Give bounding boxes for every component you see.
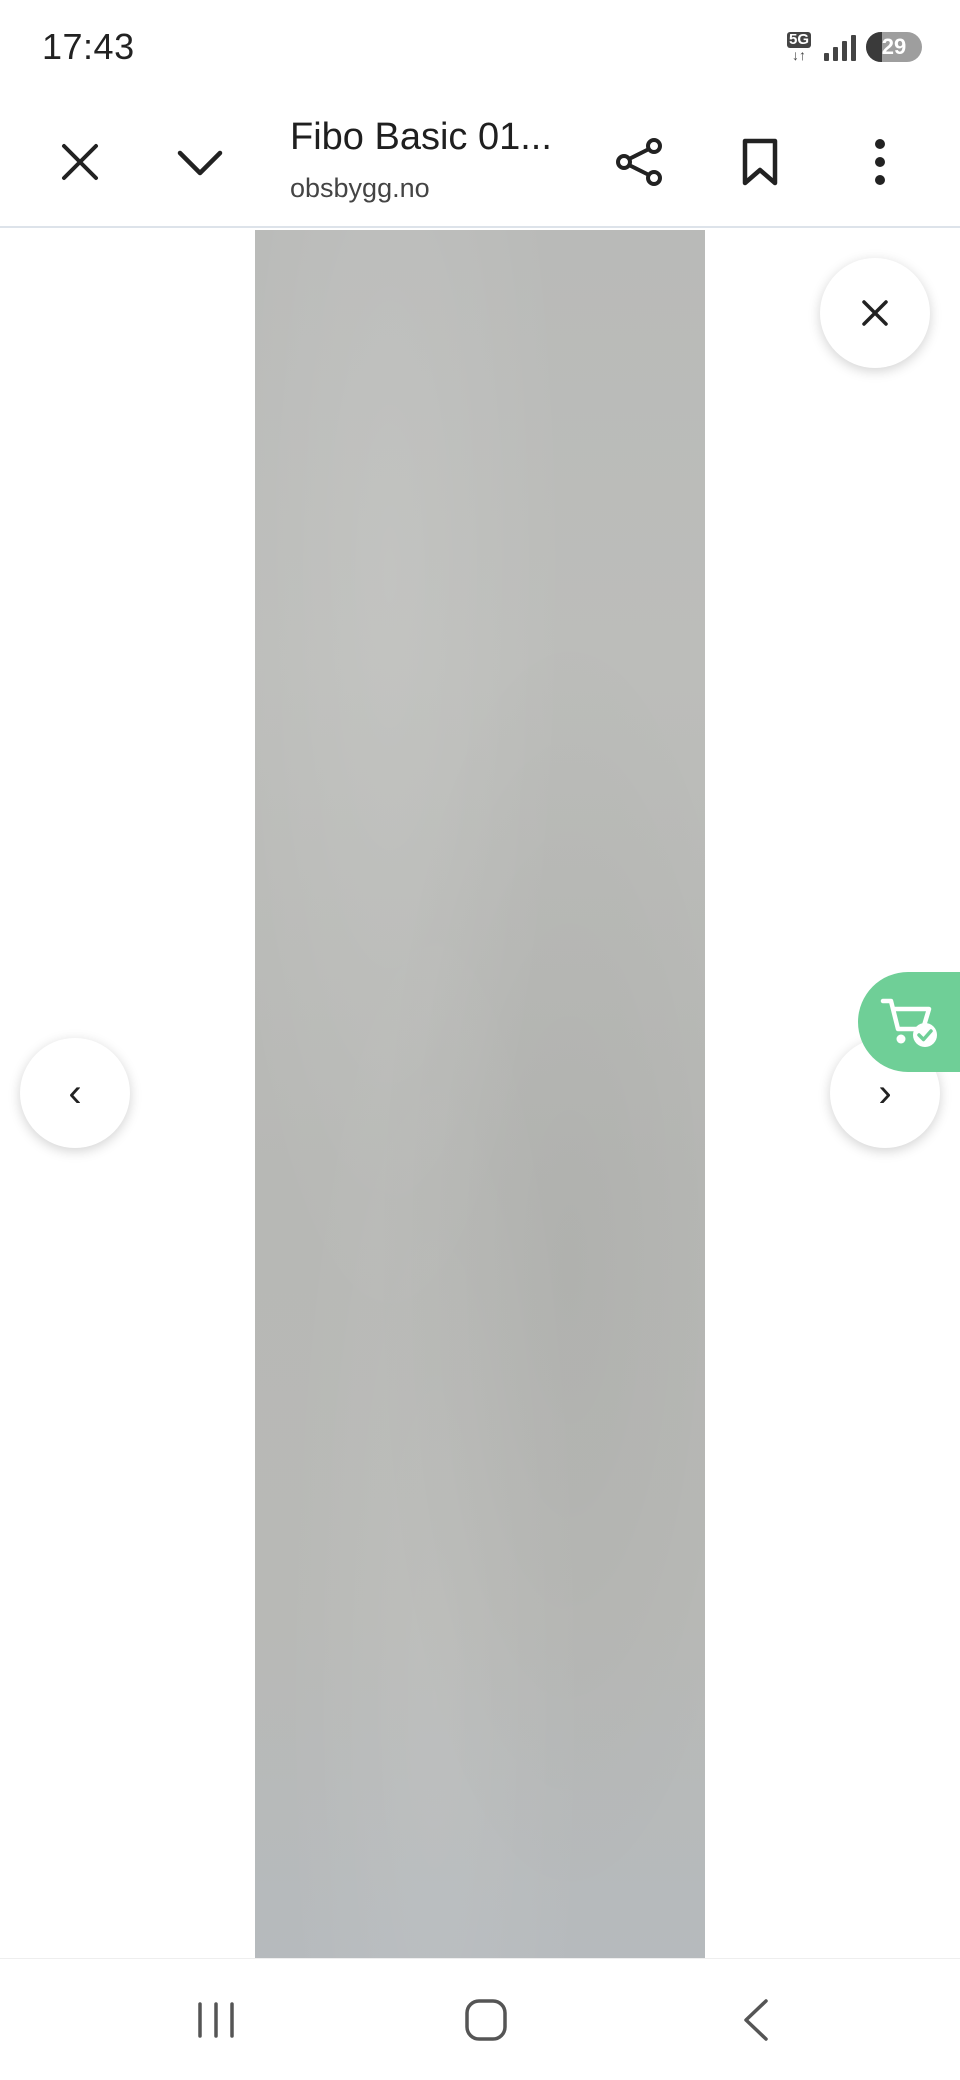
status-icons: 5G ↓↑ 29 xyxy=(784,32,922,62)
back-icon[interactable] xyxy=(716,1985,796,2055)
network-label: 5G xyxy=(786,31,811,48)
more-vert-icon[interactable] xyxy=(844,126,916,198)
chevron-left-icon: ‹ xyxy=(68,1070,82,1115)
network-5g-icon: 5G ↓↑ xyxy=(784,32,814,62)
previous-image-button[interactable]: ‹ xyxy=(20,1038,130,1148)
status-time: 17:43 xyxy=(42,26,135,67)
cart-check-icon xyxy=(880,998,937,1047)
system-nav-bar xyxy=(0,1958,960,2080)
share-icon[interactable] xyxy=(604,126,676,198)
close-icon xyxy=(862,300,888,326)
battery-icon: 29 xyxy=(866,32,922,62)
close-icon[interactable] xyxy=(44,126,116,198)
home-icon[interactable] xyxy=(446,1985,526,2055)
page-title-block[interactable]: Fibo Basic 01... obsbygg.no xyxy=(290,112,580,208)
chevron-right-icon: › xyxy=(878,1070,892,1115)
page-url: obsbygg.no xyxy=(290,173,430,203)
status-bar: 17:43 5G ↓↑ 29 xyxy=(0,0,960,96)
screen: 17:43 5G ↓↑ 29 Fibo Basic 01... obsbygg.… xyxy=(0,0,960,2080)
bookmark-icon[interactable] xyxy=(724,126,796,198)
chevron-down-icon[interactable] xyxy=(164,126,236,198)
browser-toolbar: Fibo Basic 01... obsbygg.no xyxy=(0,96,960,228)
data-arrows-icon: ↓↑ xyxy=(792,47,806,63)
cart-button[interactable] xyxy=(858,972,960,1072)
signal-icon xyxy=(824,33,856,61)
page-title: Fibo Basic 01... xyxy=(290,116,552,158)
recent-apps-icon[interactable] xyxy=(176,1985,256,2055)
product-image xyxy=(255,230,705,1958)
lightbox: ‹ › xyxy=(0,230,960,1958)
lightbox-close-button[interactable] xyxy=(820,258,930,368)
battery-level: 29 xyxy=(881,34,907,59)
